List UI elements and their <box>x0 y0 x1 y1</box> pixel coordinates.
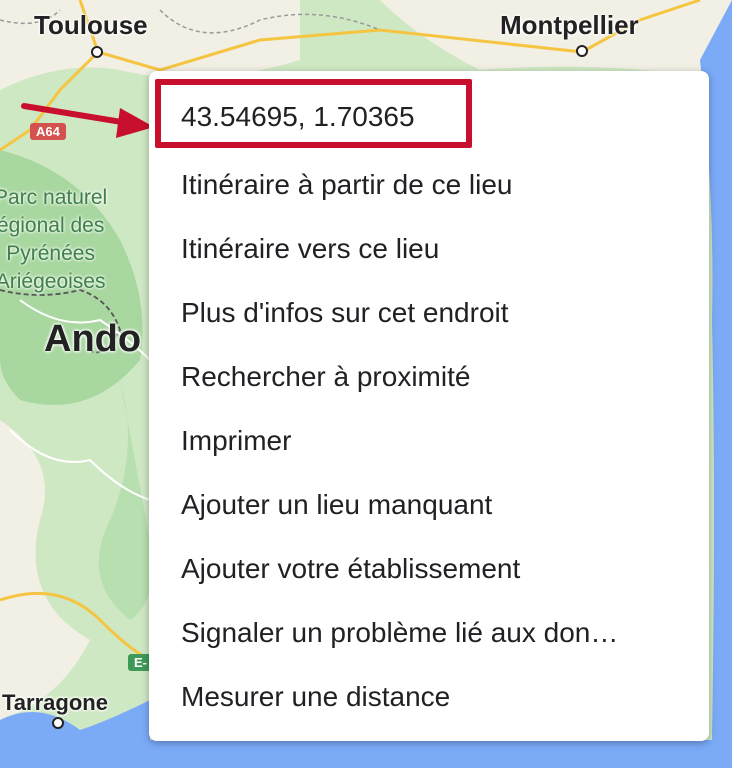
menu-item-directions-from[interactable]: Itinéraire à partir de ce lieu <box>149 153 709 217</box>
menu-item-add-missing-place[interactable]: Ajouter un lieu manquant <box>149 473 709 537</box>
city-dot-montpellier[interactable] <box>576 45 588 57</box>
menu-item-search-nearby[interactable]: Rechercher à proximité <box>149 345 709 409</box>
map-canvas[interactable]: Toulouse Montpellier Ando Tarragone Parc… <box>0 0 732 768</box>
context-menu: 43.54695, 1.70365 Itinéraire à partir de… <box>149 71 709 741</box>
city-label-andorre: Ando <box>44 318 142 360</box>
city-dot-toulouse[interactable] <box>91 46 103 58</box>
city-label-montpellier: Montpellier <box>500 10 639 40</box>
city-label-tarragone: Tarragone <box>2 690 108 715</box>
city-label-toulouse: Toulouse <box>34 10 148 40</box>
menu-item-measure-distance[interactable]: Mesurer une distance <box>149 665 709 729</box>
city-dot-tarragone[interactable] <box>52 717 64 729</box>
park-label: Parc naturel égional des Pyrénées Ariége… <box>0 184 107 296</box>
park-label-text: Parc naturel égional des Pyrénées Ariége… <box>0 186 108 293</box>
menu-item-coordinates[interactable]: 43.54695, 1.70365 <box>149 85 709 153</box>
menu-item-directions-to[interactable]: Itinéraire vers ce lieu <box>149 217 709 281</box>
menu-item-add-business[interactable]: Ajouter votre établissement <box>149 537 709 601</box>
pointer-arrow-icon <box>21 103 154 138</box>
menu-item-print[interactable]: Imprimer <box>149 409 709 473</box>
menu-item-report-problem[interactable]: Signaler un problème lié aux don… <box>149 601 709 665</box>
menu-item-whats-here[interactable]: Plus d'infos sur cet endroit <box>149 281 709 345</box>
